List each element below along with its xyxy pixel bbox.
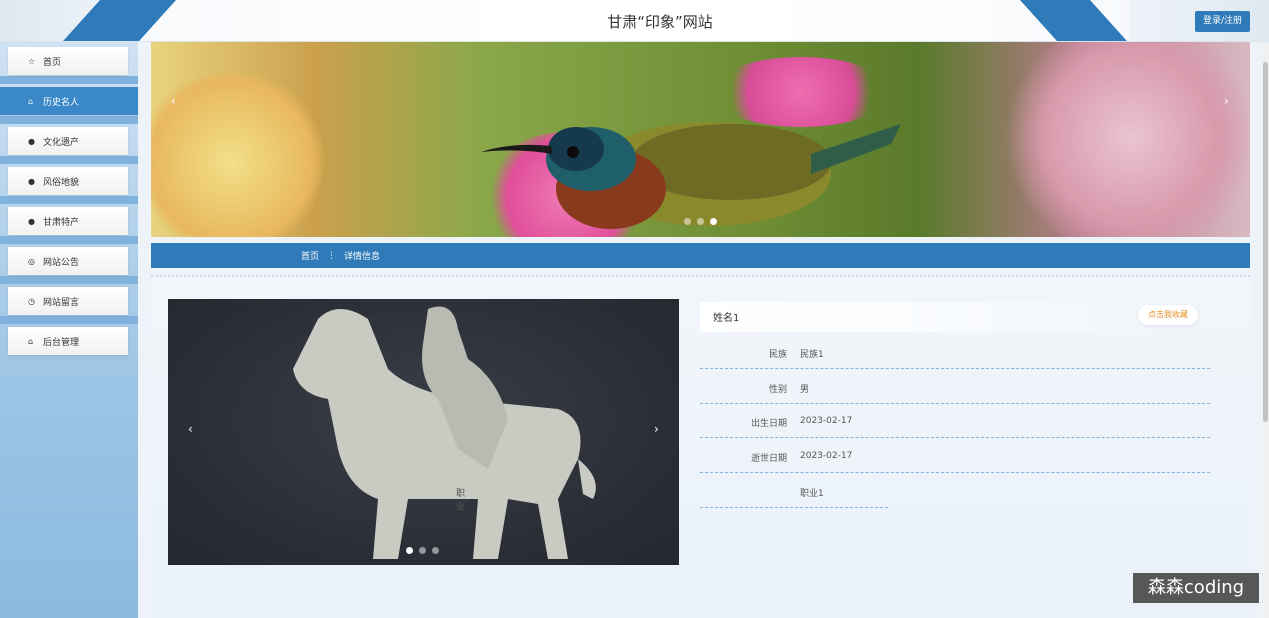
banner-next-arrow[interactable]: ›	[1224, 94, 1229, 108]
field-value: 职业1	[800, 489, 824, 499]
watermark: 森森coding	[1133, 573, 1259, 603]
sidebar-item-gansu-specialties[interactable]: ● 甘肃特产	[8, 207, 128, 235]
info-circle-icon: ●	[28, 216, 35, 226]
info-row-gender: 性别 男	[700, 370, 1210, 404]
detail-carousel-indicators	[406, 547, 439, 554]
info-row-birth-date: 出生日期 2023-02-17	[700, 404, 1210, 438]
info-circle-icon: ●	[28, 136, 35, 146]
bird-image	[481, 122, 901, 229]
name-row	[700, 302, 1200, 332]
info-row-death-date: 逝世日期 2023-02-17	[700, 439, 1210, 473]
field-value: 男	[800, 385, 810, 395]
briefcase-icon: ⌂	[28, 96, 34, 106]
sidebar-item-label: 文化遗产	[43, 137, 80, 148]
field-label: 性别	[768, 385, 787, 395]
detail-indicator-active[interactable]	[406, 547, 413, 554]
scrollbar-thumb[interactable]	[1263, 62, 1268, 422]
detail-indicator[interactable]	[419, 547, 426, 554]
settings-icon: ◎	[28, 256, 35, 266]
nav-separator	[0, 116, 138, 124]
flower-decoration	[1001, 42, 1250, 237]
nav-separator	[0, 156, 138, 164]
login-register-button[interactable]: 登录/注册	[1195, 11, 1250, 32]
sidebar-item-messages[interactable]: ◷ 网站留言	[8, 287, 128, 315]
nav-separator	[0, 276, 138, 284]
field-label: 职业	[455, 489, 465, 512]
sidebar-item-label: 网站留言	[43, 297, 80, 308]
statue-image	[293, 306, 596, 559]
nav-separator	[0, 76, 138, 84]
nav-separator	[0, 236, 138, 244]
field-label: 出生日期	[750, 419, 787, 429]
sidebar-item-label: 历史名人	[43, 97, 80, 108]
sidebar-item-cultural-heritage[interactable]: ● 文化遗产	[8, 127, 128, 155]
breadcrumb-separator: ⋮	[327, 250, 337, 261]
lock-icon: ⌂	[28, 336, 34, 346]
sidebar-item-home[interactable]: ☆ 首页	[8, 47, 128, 75]
detail-indicator[interactable]	[432, 547, 439, 554]
sidebar-item-announcements[interactable]: ◎ 网站公告	[8, 247, 128, 275]
banner-carousel: ‹ ›	[151, 42, 1250, 237]
sidebar-item-admin[interactable]: ⌂ 后台管理	[8, 327, 128, 355]
sidebar-item-customs-landscape[interactable]: ● 风俗地貌	[8, 167, 128, 195]
clock-icon: ◷	[28, 296, 35, 306]
detail-image-carousel: ‹ ›	[168, 299, 679, 565]
question-circle-icon: ●	[28, 176, 35, 186]
banner-indicator-active[interactable]	[710, 218, 717, 225]
detail-prev-arrow[interactable]: ‹	[188, 422, 193, 436]
sidebar-item-label: 后台管理	[43, 337, 80, 348]
banner-prev-arrow[interactable]: ‹	[171, 94, 176, 108]
person-name: 姓名1	[713, 313, 740, 324]
info-row-occupation: 职业 职业1	[456, 474, 888, 512]
sidebar-item-label: 甘肃特产	[43, 217, 80, 228]
flower-decoration	[151, 72, 331, 237]
page-scrollbar[interactable]	[1262, 42, 1269, 618]
favorite-button[interactable]: 点击我收藏	[1138, 305, 1198, 325]
sidebar-item-label: 风俗地貌	[43, 177, 80, 188]
nav-separator	[0, 316, 138, 324]
field-value: 2023-02-17	[800, 451, 853, 461]
site-title: 甘肃“印象”网站	[607, 13, 713, 31]
banner-indicator[interactable]	[684, 218, 691, 225]
star-icon: ☆	[28, 56, 36, 66]
field-value: 2023-02-17	[800, 416, 853, 426]
sidebar-item-label: 首页	[43, 57, 62, 68]
breadcrumb: 首页 ⋮ 详情信息	[151, 243, 1250, 268]
field-value: 民族1	[800, 350, 824, 360]
breadcrumb-current: 详情信息	[344, 252, 381, 262]
field-label: 民族	[768, 350, 787, 360]
sidebar-item-label: 网站公告	[43, 257, 80, 268]
detail-next-arrow[interactable]: ›	[654, 422, 659, 436]
banner-indicators	[684, 218, 717, 225]
banner-indicator[interactable]	[697, 218, 704, 225]
sidebar-item-historical-figures[interactable]: ⌂ 历史名人	[0, 87, 138, 115]
breadcrumb-home[interactable]: 首页	[301, 249, 319, 262]
nav-separator	[0, 196, 138, 204]
field-label: 逝世日期	[750, 454, 787, 464]
info-row-ethnicity: 民族 民族1	[700, 335, 1210, 369]
site-header: 甘肃“印象”网站 登录/注册	[0, 0, 1269, 42]
